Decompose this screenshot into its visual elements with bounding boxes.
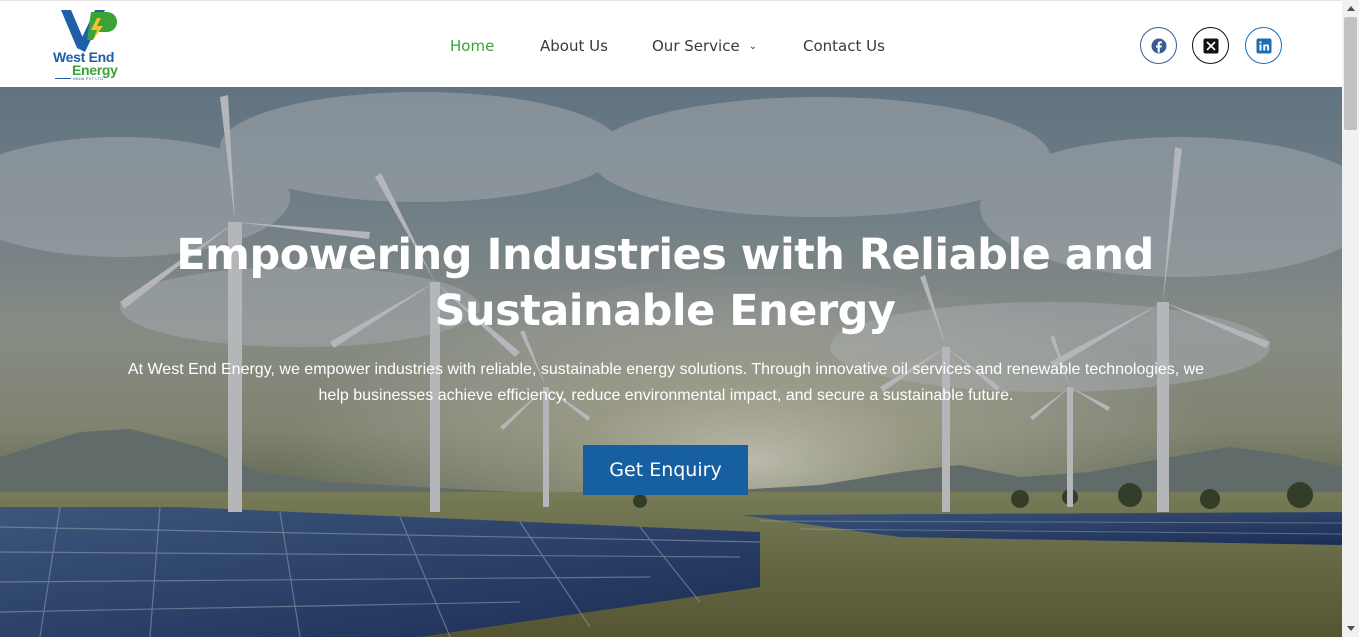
- nav-item-contact-us[interactable]: Contact Us: [803, 36, 885, 56]
- x-icon: [1203, 38, 1218, 53]
- scroll-down-arrow-icon[interactable]: [1342, 620, 1359, 637]
- page-scrollbar[interactable]: [1342, 0, 1359, 637]
- site-header: West End Energy INDIA PVT LTD Home About…: [0, 0, 1342, 87]
- x-twitter-button[interactable]: [1192, 27, 1229, 64]
- scrollbar-thumb[interactable]: [1344, 17, 1357, 130]
- chevron-down-icon: ⌄: [748, 41, 758, 52]
- nav-item-home[interactable]: Home: [450, 36, 494, 56]
- hero-title-line-2: Sustainable Energy: [434, 286, 896, 336]
- linkedin-icon: [1256, 38, 1271, 53]
- scroll-up-arrow-icon[interactable]: [1342, 0, 1359, 17]
- hero-description-line-2: help businesses achieve efficiency, redu…: [318, 387, 1014, 404]
- facebook-icon: [1151, 38, 1166, 53]
- hero-section: Empowering Industries with Reliable and …: [0, 87, 1342, 637]
- hero-title-line-1: Empowering Industries with Reliable and: [176, 230, 1154, 280]
- nav-item-our-service[interactable]: Our Service ⌄: [652, 36, 757, 57]
- facebook-button[interactable]: [1140, 27, 1177, 64]
- hero-description: At West End Energy, we empower industrie…: [80, 357, 1252, 409]
- linkedin-button[interactable]: [1245, 27, 1282, 64]
- hero-title: Empowering Industries with Reliable and …: [100, 227, 1230, 339]
- hero-description-line-1: At West End Energy, we empower industrie…: [127, 361, 1205, 378]
- nav-item-our-service-label: Our Service: [652, 37, 740, 55]
- nav-item-about-us[interactable]: About Us: [540, 36, 608, 56]
- get-enquiry-button[interactable]: Get Enquiry: [583, 445, 748, 495]
